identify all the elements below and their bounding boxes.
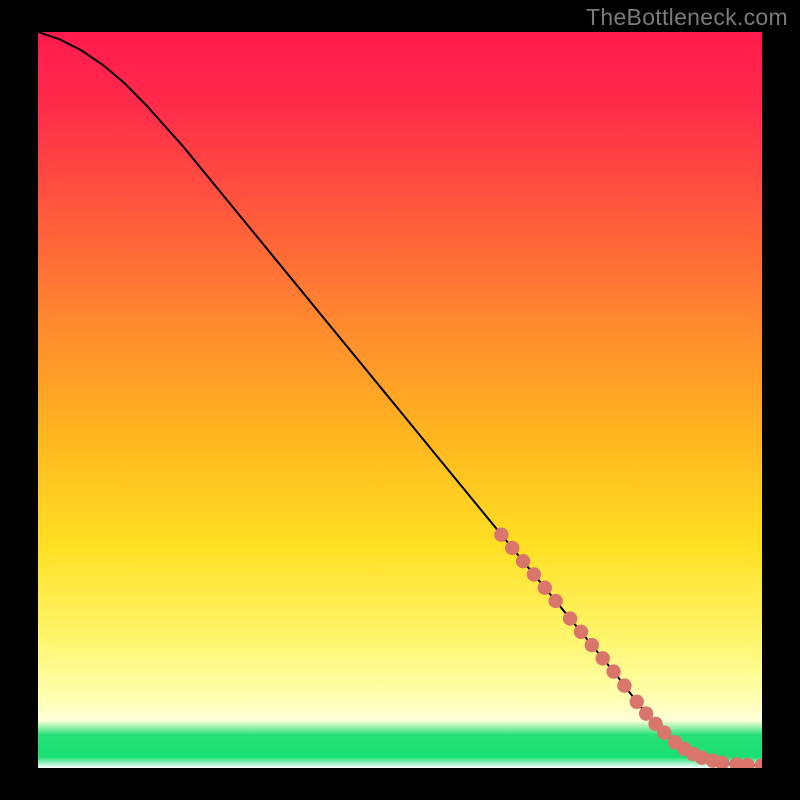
chart-frame: TheBottleneck.com [0, 0, 800, 800]
data-marker [538, 580, 552, 594]
data-marker [606, 664, 620, 678]
data-marker [563, 611, 577, 625]
data-marker [617, 678, 631, 692]
data-marker [548, 594, 562, 608]
data-marker [505, 541, 519, 555]
data-marker [657, 725, 671, 739]
watermark-text: TheBottleneck.com [586, 4, 788, 31]
data-marker [585, 638, 599, 652]
data-marker [596, 651, 610, 665]
data-marker [516, 554, 530, 568]
data-marker [494, 527, 508, 541]
data-marker [630, 695, 644, 709]
gradient-background [38, 32, 762, 768]
data-marker [527, 567, 541, 581]
chart-svg [38, 32, 762, 768]
plot-area [38, 32, 762, 768]
data-marker [574, 625, 588, 639]
